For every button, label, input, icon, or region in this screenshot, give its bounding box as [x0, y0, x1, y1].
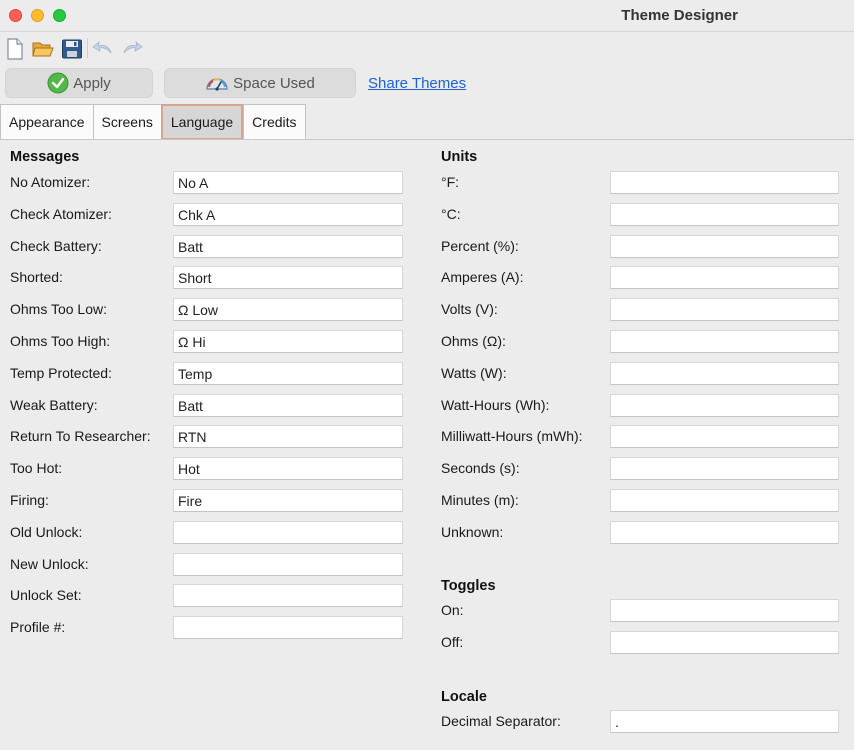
watts-w-label: Watts (W):	[441, 364, 507, 381]
ohms-too-low-label: Ohms Too Low:	[10, 301, 108, 318]
watts-w-input[interactable]	[610, 361, 839, 385]
checkmark-icon	[47, 72, 69, 94]
percent-input[interactable]	[610, 234, 839, 258]
too-hot-label: Too Hot:	[10, 460, 63, 477]
unknown-input[interactable]	[610, 520, 839, 544]
off-input[interactable]	[610, 630, 839, 654]
ohms-label: Ohms (Ω):	[441, 333, 506, 349]
new-unlock-input[interactable]	[173, 552, 403, 576]
toolbar	[0, 33, 854, 63]
temp-protected-label: Temp Protected:	[10, 364, 112, 381]
open-folder-icon[interactable]	[31, 37, 55, 61]
redo-icon[interactable]	[120, 37, 144, 61]
toggles-heading: Toggles	[441, 578, 496, 594]
minutes-m-label: Minutes (m):	[441, 492, 519, 508]
milliwatt-hours-mwh-input[interactable]	[610, 425, 839, 449]
space-used-button[interactable]: Space Used	[164, 68, 356, 98]
milliwatt-hours-mwh-label: Milliwatt-Hours (mWh):	[441, 428, 583, 445]
messages-heading: Messages	[10, 149, 80, 165]
minutes-m-input[interactable]	[610, 489, 839, 512]
volts-v-input[interactable]	[610, 298, 839, 322]
tab-appearance[interactable]: Appearance	[0, 104, 93, 140]
tab-credits[interactable]: Credits	[243, 104, 306, 140]
apply-button[interactable]: Apply	[5, 68, 153, 98]
minimize-window-button[interactable]	[31, 9, 44, 22]
toolbar-separator	[87, 38, 88, 58]
ohms-too-low-input[interactable]: Ω Low	[173, 298, 403, 322]
on-label: On:	[441, 602, 464, 618]
check-atomizer-input[interactable]: Chk A	[173, 202, 403, 226]
f-label: °F:	[441, 174, 460, 190]
share-themes-link[interactable]: Share Themes	[368, 75, 466, 92]
return-to-researcher-input[interactable]: RTN	[173, 425, 403, 449]
no-atomizer-input[interactable]: No A	[173, 171, 403, 194]
tab-screens[interactable]: Screens	[92, 104, 161, 140]
save-icon[interactable]	[60, 37, 84, 61]
unknown-label: Unknown:	[441, 523, 504, 540]
undo-icon[interactable]	[91, 37, 115, 61]
temp-protected-input[interactable]: Temp	[173, 361, 403, 385]
return-to-researcher-label: Return To Researcher:	[10, 428, 151, 445]
check-battery-input[interactable]: Batt	[173, 234, 403, 258]
gauge-icon	[206, 78, 228, 91]
off-label: Off:	[441, 633, 464, 650]
firing-input[interactable]: Fire	[173, 489, 403, 512]
seconds-s-label: Seconds (s):	[441, 460, 520, 477]
watt-hours-wh-label: Watt-Hours (Wh):	[441, 396, 550, 413]
seconds-s-input[interactable]	[610, 457, 839, 481]
c-label: °C:	[441, 205, 461, 222]
amperes-a-label: Amperes (A):	[441, 269, 524, 286]
tab-language[interactable]: Language	[160, 104, 244, 140]
weak-battery-input[interactable]: Batt	[173, 393, 403, 417]
units-heading: Units	[441, 149, 478, 165]
ohms-input[interactable]	[610, 330, 839, 353]
shorted-input[interactable]: Short	[173, 266, 403, 290]
f-input[interactable]	[610, 171, 839, 194]
old-unlock-label: Old Unlock:	[10, 523, 83, 540]
shorted-label: Shorted:	[10, 269, 63, 286]
zoom-window-button[interactable]	[53, 9, 66, 22]
amperes-a-input[interactable]	[610, 266, 839, 290]
tab-bar: Appearance Screens Language Credits	[0, 104, 306, 140]
ohms-too-high-input[interactable]: Ω Hi	[173, 330, 403, 353]
check-atomizer-label: Check Atomizer:	[10, 205, 112, 222]
decimal-separator-input[interactable]: .	[610, 710, 839, 733]
profile-input[interactable]	[173, 616, 403, 640]
too-hot-input[interactable]: Hot	[173, 457, 403, 481]
firing-label: Firing:	[10, 492, 49, 508]
volts-v-label: Volts (V):	[441, 301, 498, 318]
decimal-separator-label: Decimal Separator:	[441, 713, 561, 729]
watt-hours-wh-input[interactable]	[610, 393, 839, 417]
check-battery-label: Check Battery:	[10, 237, 102, 254]
no-atomizer-label: No Atomizer:	[10, 174, 91, 190]
old-unlock-input[interactable]	[173, 520, 403, 544]
percent-label: Percent (%):	[441, 237, 519, 254]
window-title: Theme Designer	[621, 7, 738, 24]
title-bar: Theme Designer	[0, 0, 854, 32]
weak-battery-label: Weak Battery:	[10, 396, 98, 413]
space-used-button-label: Space Used	[233, 74, 315, 92]
profile-label: Profile #:	[10, 619, 66, 636]
locale-heading: Locale	[441, 689, 487, 705]
close-window-button[interactable]	[9, 9, 22, 22]
new-file-icon[interactable]	[3, 37, 27, 61]
unlock-set-label: Unlock Set:	[10, 587, 82, 604]
ohms-too-high-label: Ohms Too High:	[10, 333, 111, 349]
new-unlock-label: New Unlock:	[10, 555, 89, 572]
unlock-set-input[interactable]	[173, 584, 403, 608]
apply-button-label: Apply	[73, 74, 111, 92]
on-input[interactable]	[610, 599, 839, 622]
c-input[interactable]	[610, 202, 839, 226]
tab-divider	[0, 139, 854, 140]
